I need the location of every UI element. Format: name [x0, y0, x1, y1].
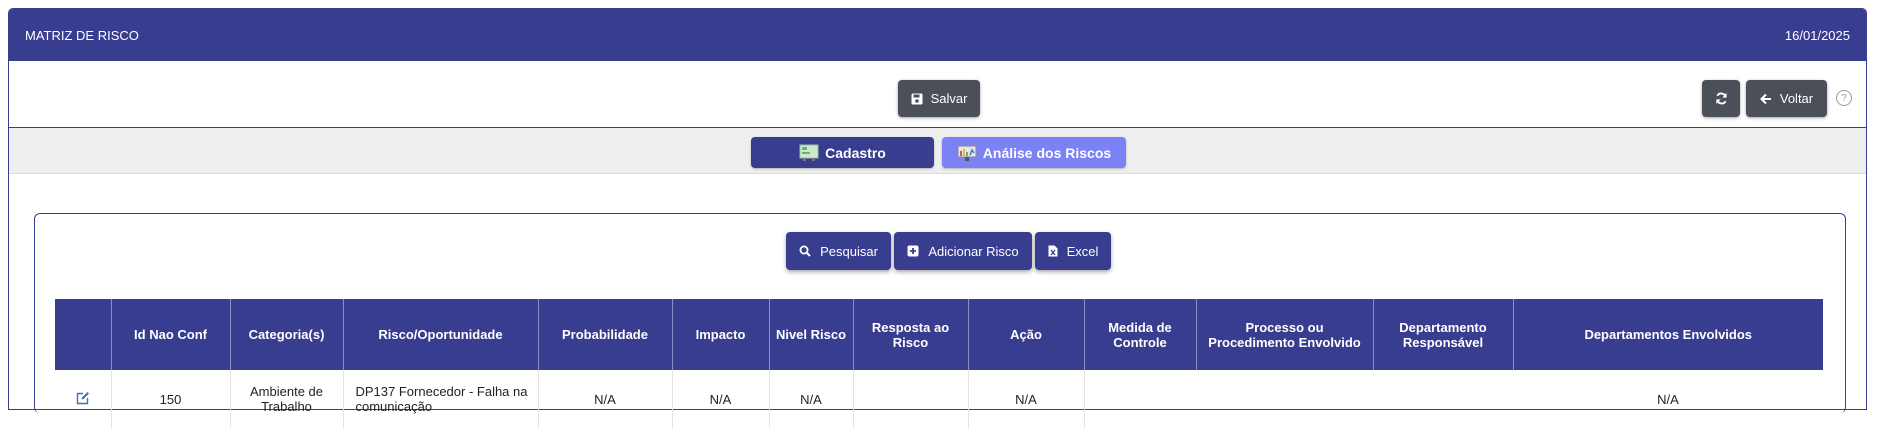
cell-categoria: Ambiente de Trabalho — [230, 370, 344, 428]
tab-cadastro[interactable]: Cadastro — [751, 137, 934, 168]
col-header-processo[interactable]: Processo ou Procedimento Envolvido — [1196, 299, 1374, 370]
help-icon[interactable]: ? — [1836, 90, 1852, 106]
cell-probabilidade: N/A — [538, 370, 673, 428]
col-header-deps-env[interactable]: Departamentos Envolvidos — [1513, 299, 1823, 370]
excel-file-icon — [1048, 245, 1058, 257]
cell-impacto: N/A — [672, 370, 770, 428]
search-label: Pesquisar — [820, 243, 878, 259]
action-buttons: Pesquisar Adicionar Risco Excel — [35, 232, 1845, 270]
main-frame: MATRIZ DE RISCO 16/01/2025 Salvar Voltar… — [8, 8, 1867, 428]
search-icon — [799, 245, 811, 257]
row-edit-cell[interactable] — [55, 370, 112, 428]
search-button[interactable]: Pesquisar — [786, 232, 891, 270]
table-header-row: Id Nao Conf Categoria(s) Risco/Oportunid… — [55, 299, 1823, 370]
toolbar: Salvar Voltar ? — [9, 61, 1866, 128]
col-header-risco[interactable]: Risco/Oportunidade — [343, 299, 539, 370]
tabs-bar: Cadastro Análise dos Riscos — [9, 128, 1866, 174]
excel-label: Excel — [1066, 243, 1099, 259]
col-header-id[interactable]: Id Nao Conf — [111, 299, 231, 370]
cell-dep-resp — [1373, 370, 1513, 428]
col-header-nivel[interactable]: Nivel Risco — [769, 299, 854, 370]
col-header-impacto[interactable]: Impacto — [672, 299, 770, 370]
cell-acao: N/A — [968, 370, 1085, 428]
plus-square-icon — [907, 245, 919, 257]
col-header-categoria[interactable]: Categoria(s) — [230, 299, 344, 370]
arrow-left-icon — [1759, 93, 1771, 104]
excel-button[interactable]: Excel — [1035, 232, 1111, 270]
table-row: 150 Ambiente de Trabalho DP137 Fornecedo… — [55, 370, 1823, 428]
tab-analise-riscos[interactable]: Análise dos Riscos — [942, 137, 1126, 168]
back-label: Voltar — [1779, 91, 1814, 106]
title-bar: MATRIZ DE RISCO 16/01/2025 — [9, 9, 1866, 61]
current-date: 16/01/2025 — [1784, 27, 1850, 43]
cell-resposta — [853, 370, 969, 428]
tab-analise-label: Análise dos Riscos — [982, 144, 1112, 161]
add-risk-label: Adicionar Risco — [928, 243, 1019, 259]
col-header-medida[interactable]: Medida de Controle — [1084, 299, 1197, 370]
refresh-icon — [1715, 92, 1727, 105]
save-label: Salvar — [930, 91, 968, 106]
col-header-actions — [55, 299, 112, 370]
add-risk-button[interactable]: Adicionar Risco — [894, 232, 1032, 270]
cell-id: 150 — [111, 370, 231, 428]
analysis-icon — [957, 145, 977, 161]
save-icon — [911, 93, 923, 104]
col-header-acao[interactable]: Ação — [968, 299, 1085, 370]
risk-table: Id Nao Conf Categoria(s) Risco/Oportunid… — [55, 299, 1823, 428]
col-header-probabilidade[interactable]: Probabilidade — [538, 299, 673, 370]
cell-nivel: N/A — [769, 370, 854, 428]
refresh-button[interactable] — [1702, 80, 1740, 117]
cell-risco: DP137 Fornecedor - Falha na comunicação — [343, 370, 539, 428]
page-title: MATRIZ DE RISCO — [25, 27, 139, 43]
form-icon — [799, 144, 819, 161]
edit-icon[interactable] — [76, 391, 90, 405]
back-button[interactable]: Voltar — [1746, 80, 1827, 117]
tab-cadastro-label: Cadastro — [825, 144, 886, 161]
col-header-dep-resp[interactable]: Departamento Responsável — [1373, 299, 1514, 370]
cell-medida — [1084, 370, 1196, 428]
risk-panel: Pesquisar Adicionar Risco Excel Id Nao C… — [34, 213, 1846, 428]
save-button[interactable]: Salvar — [898, 80, 980, 117]
cell-processo — [1196, 370, 1373, 428]
cell-deps-env: N/A — [1657, 391, 1679, 407]
col-header-resposta[interactable]: Resposta ao Risco — [853, 299, 969, 370]
